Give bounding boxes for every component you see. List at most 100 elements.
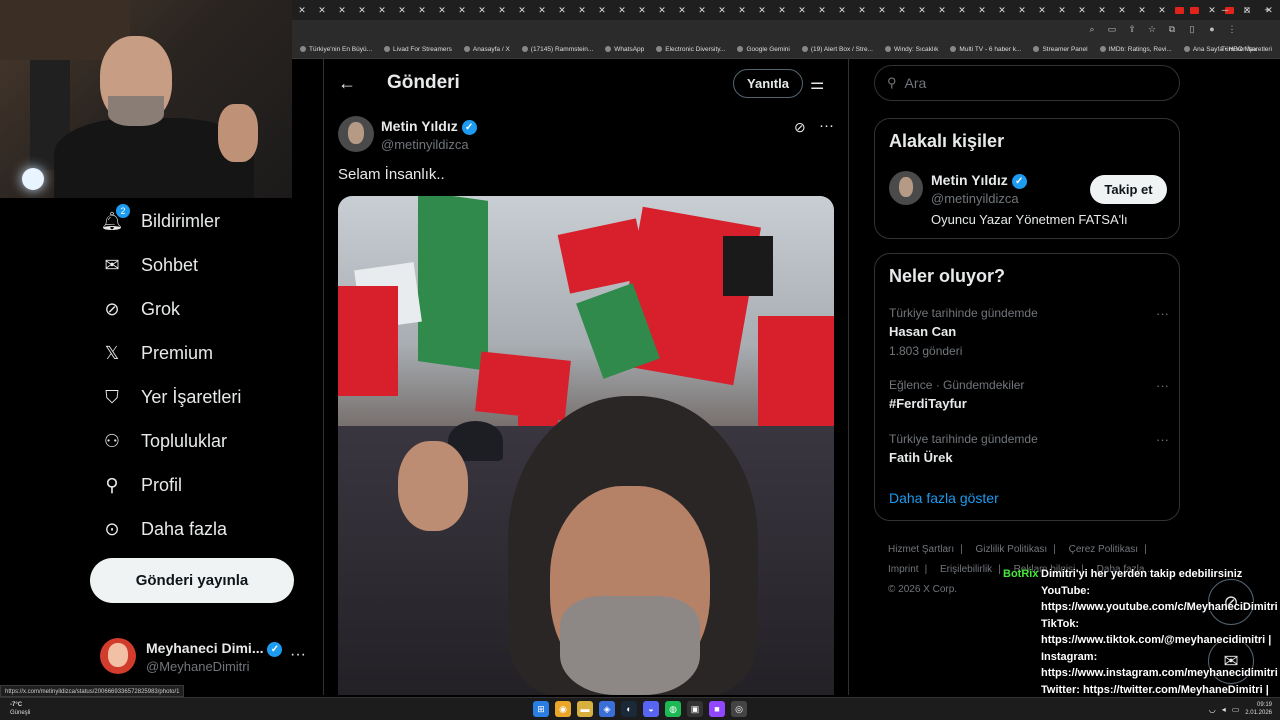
sidebar-item-bookmark[interactable]: ⛉ Yer İşaretleri — [100, 382, 241, 412]
share-icon[interactable]: ⇪ — [1124, 24, 1140, 36]
explorer-icon[interactable]: ▬ — [577, 701, 593, 717]
bookmark-item[interactable]: Electronic Diversity... — [656, 46, 725, 53]
volume-icon[interactable]: ◂ — [1222, 705, 1226, 714]
tab-close-icon[interactable]: ✕ — [655, 3, 669, 17]
tab-close-icon[interactable]: ✕ — [695, 3, 709, 17]
menu-icon[interactable]: ⋮ — [1224, 24, 1240, 36]
tab-close-icon[interactable]: ✕ — [1135, 3, 1149, 17]
related-name[interactable]: Metin Yıldız ✓ — [931, 172, 1027, 189]
tab-close-icon[interactable]: ✕ — [555, 3, 569, 17]
footer-link[interactable]: Çerez Politikası — [1069, 544, 1138, 555]
minimize-icon[interactable]: ─ — [1214, 0, 1236, 20]
tab-close-icon[interactable]: ✕ — [515, 3, 529, 17]
post-button[interactable]: Gönderi yayınla — [90, 558, 294, 603]
footer-link[interactable]: Hizmet Şartları — [888, 544, 954, 555]
sidebar-item-mail[interactable]: ✉ Sohbet — [100, 250, 198, 280]
discord-icon[interactable]: ◒ — [643, 701, 659, 717]
tab-close-icon[interactable]: ✕ — [835, 3, 849, 17]
sidebar-item-x-logo[interactable]: 𝕏 Premium — [100, 338, 213, 368]
battery-icon[interactable]: ▭ — [1232, 705, 1240, 714]
app-icon[interactable]: ■ — [709, 701, 725, 717]
more-icon[interactable]: ··· — [1156, 432, 1169, 447]
tab-close-icon[interactable]: ✕ — [975, 3, 989, 17]
bookmark-item[interactable]: Windy: Sıcaklık — [884, 46, 938, 53]
grok-icon[interactable]: ⊘ — [794, 119, 806, 136]
trend-item[interactable]: Türkiye tarihinde gündemde Hasan Can 1.8… — [889, 306, 1169, 358]
sidebar-item-more-circle[interactable]: ⊙ Daha fazla — [100, 514, 227, 544]
tab-close-icon[interactable]: ✕ — [535, 3, 549, 17]
search-input[interactable]: ⚲ Ara — [874, 65, 1180, 101]
bookmark-item[interactable]: Multi TV - 6 haber k... — [950, 46, 1021, 53]
youtube-tab-icon[interactable] — [1175, 6, 1184, 14]
back-arrow-icon[interactable]: ← — [338, 73, 356, 94]
trend-item[interactable]: Eğlence · Gündemdekiler #FerdiTayfur ··· — [889, 378, 1169, 411]
more-icon[interactable]: ··· — [1156, 378, 1169, 393]
bookmark-item[interactable]: (19) Alert Box / Stre... — [801, 46, 873, 53]
tab-close-icon[interactable]: ✕ — [475, 3, 489, 17]
tab-close-icon[interactable]: ✕ — [495, 3, 509, 17]
author-avatar[interactable] — [338, 116, 374, 152]
author-handle[interactable]: @metinyildizca — [381, 137, 469, 152]
tab-close-icon[interactable]: ✕ — [435, 3, 449, 17]
sidebar-item-communities[interactable]: ⚇ Topluluklar — [100, 426, 227, 456]
tab-close-icon[interactable]: ✕ — [635, 3, 649, 17]
cast-icon[interactable]: ▭ — [1104, 24, 1120, 36]
tab-close-icon[interactable]: ✕ — [1155, 3, 1169, 17]
maximize-icon[interactable]: □ — [1236, 0, 1258, 20]
bookmark-item[interactable]: (17145) Rammstein... — [521, 46, 593, 53]
tab-close-icon[interactable]: ✕ — [335, 3, 349, 17]
account-switcher[interactable]: Meyhaneci Dimi... ✓ @MeyhaneDimitri ··· — [100, 636, 310, 680]
start-icon[interactable]: ⊞ — [533, 701, 549, 717]
tab-close-icon[interactable]: ✕ — [955, 3, 969, 17]
bookmark-item[interactable]: Anasayfa / X — [463, 46, 510, 53]
post-photo[interactable] — [338, 196, 834, 695]
bookmark-item[interactable]: WhatsApp — [605, 46, 644, 53]
clock[interactable]: 09:19 2.01.2026 — [1245, 701, 1272, 717]
youtube-tab-icon[interactable] — [1190, 6, 1199, 14]
tab-close-icon[interactable]: ✕ — [855, 3, 869, 17]
bookmark-item[interactable]: Livad For Streamers — [384, 46, 452, 53]
tab-close-icon[interactable]: ✕ — [1095, 3, 1109, 17]
filter-icon[interactable]: ⚌ — [810, 74, 824, 94]
tab-close-icon[interactable]: ✕ — [1055, 3, 1069, 17]
tab-close-icon[interactable]: ✕ — [615, 3, 629, 17]
weather-widget[interactable]: -7°C Güneşli — [10, 701, 30, 717]
tab-close-icon[interactable]: ✕ — [715, 3, 729, 17]
tab-close-icon[interactable]: ✕ — [895, 3, 909, 17]
tab-close-icon[interactable]: ✕ — [1035, 3, 1049, 17]
footer-link[interactable]: Imprint — [888, 564, 919, 575]
related-avatar[interactable] — [889, 171, 923, 205]
obs-icon[interactable]: ◎ — [731, 701, 747, 717]
tab-close-icon[interactable]: ✕ — [415, 3, 429, 17]
all-bookmarks-link[interactable]: Tüm Yer İşaretleri — [1221, 46, 1272, 53]
related-handle[interactable]: @metinyildizca — [931, 191, 1019, 206]
tab-close-icon[interactable]: ✕ — [455, 3, 469, 17]
tab-close-icon[interactable]: ✕ — [355, 3, 369, 17]
tab-close-icon[interactable]: ✕ — [815, 3, 829, 17]
extensions-icon[interactable]: ⧉ — [1164, 24, 1180, 36]
more-icon[interactable]: ··· — [819, 117, 834, 134]
tab-close-icon[interactable]: ✕ — [875, 3, 889, 17]
tab-close-icon[interactable]: ✕ — [575, 3, 589, 17]
tab-close-icon[interactable]: ✕ — [315, 3, 329, 17]
profile-icon[interactable]: ● — [1204, 24, 1220, 36]
app-icon[interactable]: ▣ — [687, 701, 703, 717]
tab-close-icon[interactable]: ✕ — [595, 3, 609, 17]
app-icon[interactable]: ◈ — [599, 701, 615, 717]
tab-close-icon[interactable]: ✕ — [775, 3, 789, 17]
footer-link[interactable]: Erişilebilirlik — [940, 564, 992, 575]
wifi-icon[interactable]: ◡ — [1209, 705, 1216, 714]
zoom-icon[interactable]: ⌕ — [1084, 24, 1100, 36]
steam-icon[interactable]: ◐ — [621, 701, 637, 717]
tab-close-icon[interactable]: ✕ — [675, 3, 689, 17]
bookmark-item[interactable]: Türkiye'nin En Büyü... — [300, 46, 372, 53]
tab-close-icon[interactable]: ✕ — [1015, 3, 1029, 17]
bookmark-item[interactable]: IMDb: Ratings, Revi... — [1099, 46, 1172, 53]
show-more-link[interactable]: Daha fazla göster — [889, 490, 999, 506]
sidepanel-icon[interactable]: ▯ — [1184, 24, 1200, 36]
footer-link[interactable]: Gizlilik Politikası — [976, 544, 1048, 555]
bookmark-item[interactable]: Google Gemini — [737, 46, 790, 53]
tab-close-icon[interactable]: ✕ — [755, 3, 769, 17]
more-icon[interactable]: ··· — [1156, 306, 1169, 321]
follow-button[interactable]: Takip et — [1090, 175, 1167, 204]
